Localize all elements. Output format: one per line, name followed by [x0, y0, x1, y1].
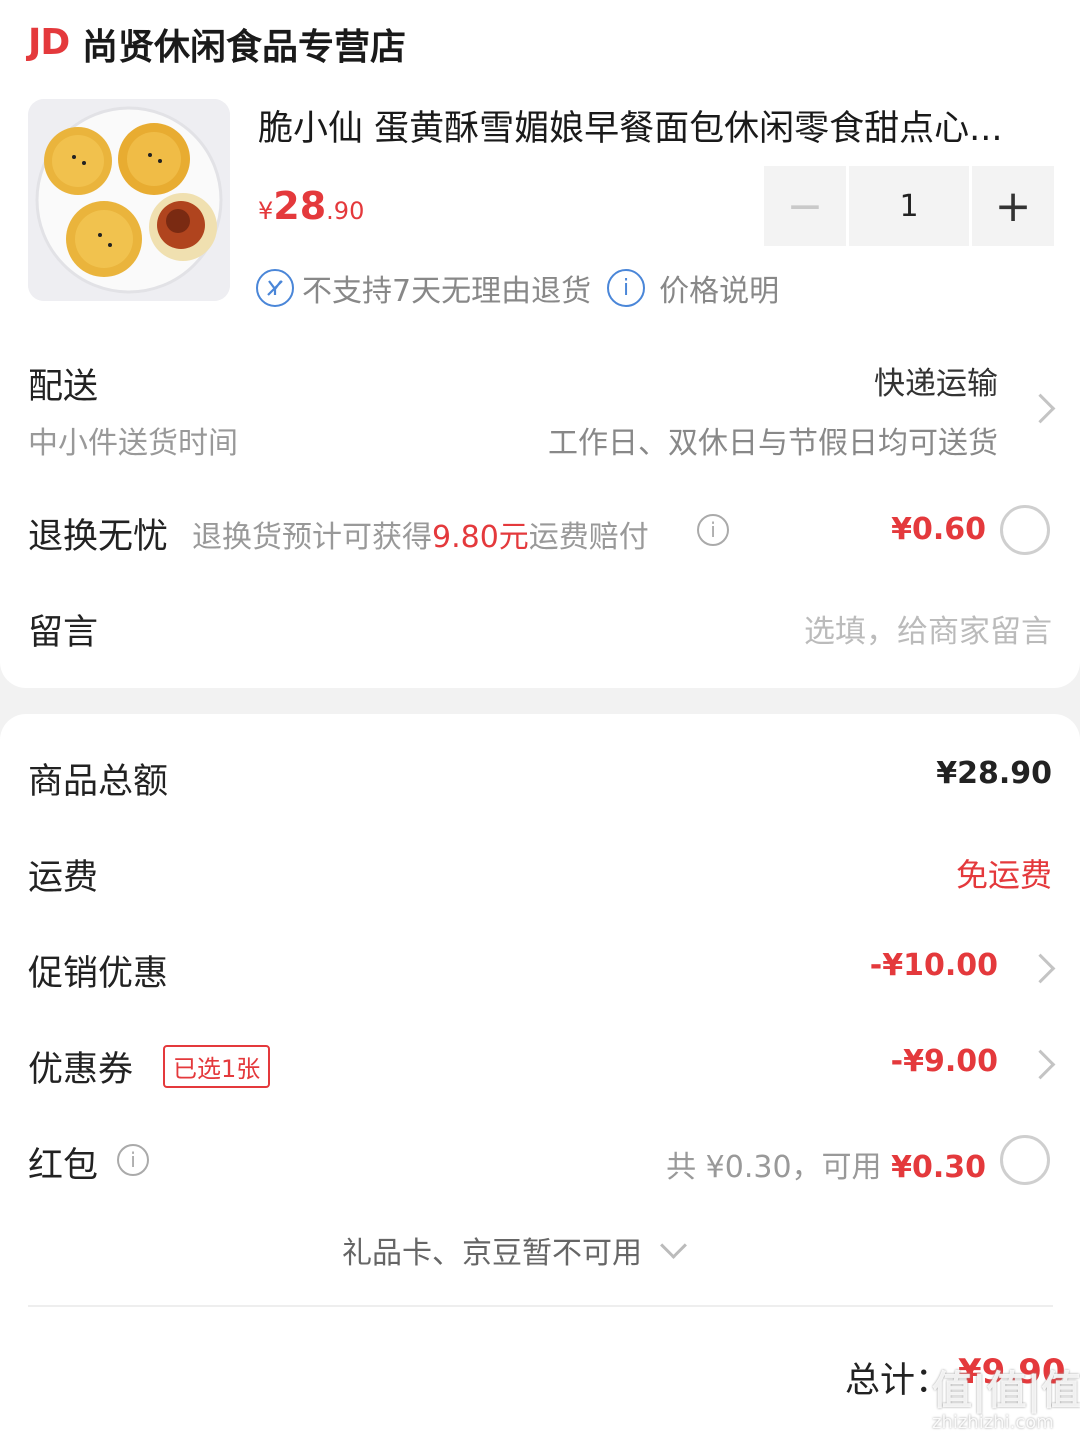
return-policy-text[interactable]: 不支持7天无理由退货 [302, 266, 591, 310]
order-item-card: JD 尚贤休闲食品专营店 脆小仙 蛋黄酥雪媚娘早餐面包休闲零食甜点心... ¥2… [0, 0, 1080, 688]
delivery-method[interactable]: 快递运输 [874, 358, 998, 403]
increase-quantity-button[interactable]: + [972, 166, 1054, 246]
delivery-time-value[interactable]: 工作日、双休日与节假日均可送货 [548, 418, 998, 462]
jd-logo: JD [28, 22, 70, 63]
red-packet-info: 共 ¥0.30，可用 ¥0.30 [666, 1142, 986, 1186]
product-price: ¥28.90 [258, 184, 364, 228]
message-input[interactable]: 选填，给商家留言 [804, 606, 1052, 651]
return-service-radio[interactable] [1000, 505, 1050, 555]
shipping-value: 免运费 [955, 856, 1052, 894]
order-summary-card [0, 714, 1080, 1448]
divider [28, 1305, 1053, 1307]
chevron-right-icon[interactable] [1025, 393, 1056, 424]
plus-icon: + [994, 180, 1032, 232]
red-packet-radio[interactable] [1000, 1135, 1050, 1185]
return-service-label: 退换无忧 [28, 517, 169, 557]
goods-total-value: ¥28.90 [936, 756, 1052, 791]
red-packet-available: ¥0.30 [891, 1150, 986, 1185]
minus-icon: − [786, 180, 824, 232]
return-service-price: ¥0.60 [891, 512, 986, 547]
return-desc-suffix: 运费赔付 [528, 520, 649, 555]
price-explanation-link[interactable]: 价格说明 [659, 266, 779, 310]
watermark-logo: 值|值|值 [932, 1368, 1080, 1414]
delivery-time-label: 中小件送货时间 [28, 426, 238, 461]
product-thumbnail[interactable] [28, 99, 230, 301]
quantity-value[interactable]: 1 [849, 166, 969, 246]
coupon-selected-badge: 已选1张 [163, 1045, 271, 1088]
shop-name[interactable]: 尚贤休闲食品专营店 [82, 18, 406, 70]
info-icon[interactable]: i [697, 514, 729, 546]
info-icon: i [607, 269, 646, 307]
info-icon[interactable]: i [117, 1144, 149, 1176]
return-desc-prefix: 退换货预计可获得 [192, 520, 432, 555]
shipping-label: 运费 [28, 858, 99, 898]
promotion-label: 促销优惠 [28, 954, 169, 994]
price-currency: ¥ [258, 197, 274, 225]
return-desc-amount: 9.80元 [432, 520, 529, 555]
message-label: 留言 [28, 613, 99, 653]
promotion-value[interactable]: -¥10.00 [870, 948, 998, 983]
gift-card-note: 礼品卡、京豆暂不可用 [342, 1236, 642, 1271]
product-title[interactable]: 脆小仙 蛋黄酥雪媚娘早餐面包休闲零食甜点心... [258, 100, 1050, 151]
no-return-icon [256, 269, 294, 307]
gift-card-toggle[interactable]: 礼品卡、京豆暂不可用 [342, 1228, 687, 1272]
chevron-down-icon [660, 1231, 687, 1259]
product-policy-row: 不支持7天无理由退货 i 价格说明 [256, 266, 779, 310]
decrease-quantity-button[interactable]: − [764, 166, 846, 246]
delivery-label: 配送 [28, 367, 99, 407]
return-service-desc: 退换货预计可获得9.80元运费赔付 [192, 512, 649, 556]
red-packet-label: 红包 [28, 1146, 99, 1186]
quantity-stepper: − 1 + [764, 166, 1054, 246]
coupon-label: 优惠券 [28, 1050, 134, 1090]
watermark-url: zhizhizhi.com [932, 1412, 1054, 1433]
red-packet-total: 共 ¥0.30，可用 [666, 1150, 882, 1185]
price-decimal: .90 [326, 197, 365, 225]
price-integer: 28 [273, 184, 327, 228]
goods-total-label: 商品总额 [28, 762, 169, 802]
coupon-value[interactable]: -¥9.00 [891, 1044, 998, 1079]
